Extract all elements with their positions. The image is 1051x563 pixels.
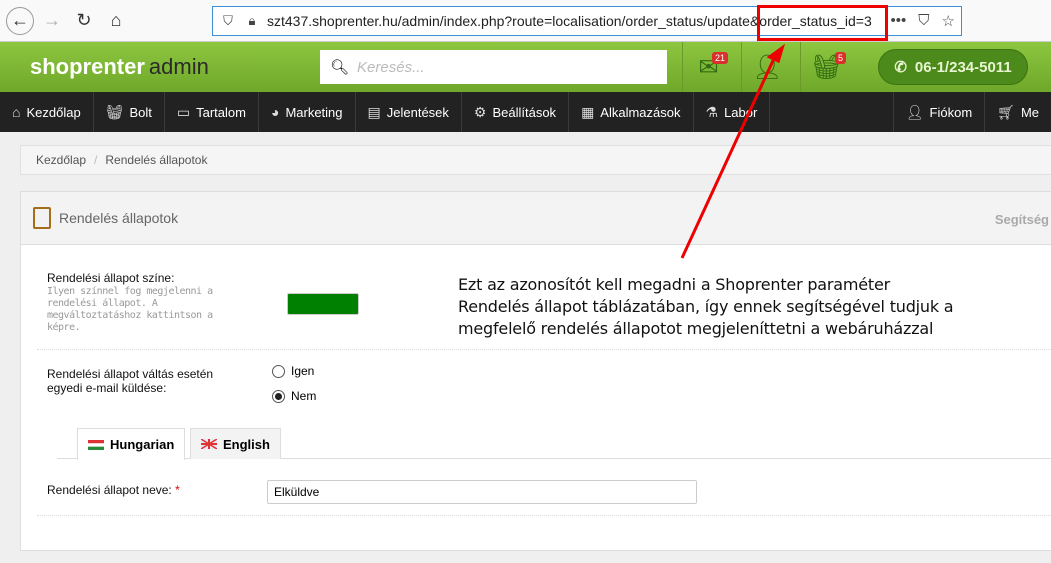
annotation-arrow	[680, 43, 786, 259]
